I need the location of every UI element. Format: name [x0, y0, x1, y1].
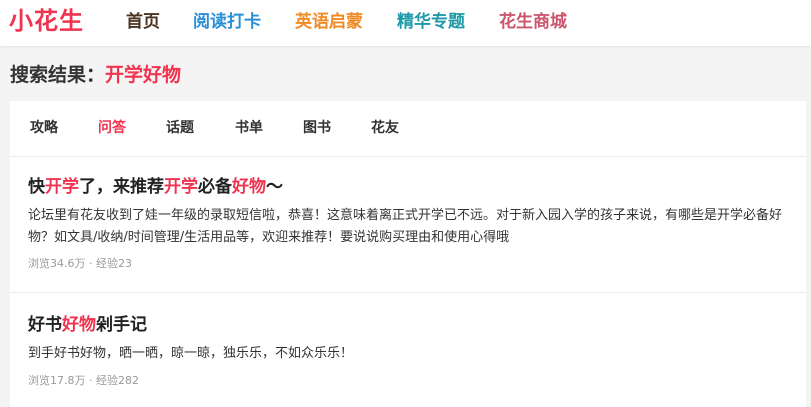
title-highlight: 开学	[164, 177, 198, 197]
nav-item-featured-topics[interactable]: 精华专题	[397, 10, 465, 34]
result-type-tabs: 攻略 问答 话题 书单 图书 花友	[10, 101, 806, 157]
tab-topics[interactable]: 话题	[166, 118, 194, 138]
title-part: 必备	[198, 177, 232, 197]
results-panel: 攻略 问答 话题 书单 图书 花友 快开学了，来推荐开学必备好物～ 论坛里有花友…	[10, 101, 806, 407]
nav-item-home[interactable]: 首页	[126, 10, 160, 34]
title-part: ～	[266, 177, 283, 197]
title-part: 好书	[28, 315, 62, 335]
result-item[interactable]: 快开学了，来推荐开学必备好物～ 论坛里有花友收到了娃一年级的录取短信啦，恭喜！这…	[10, 157, 806, 292]
site-logo[interactable]: 小花生	[9, 5, 84, 37]
top-navigation-bar: 小花生 首页 阅读打卡 英语启蒙 精华专题 花生商城	[0, 0, 811, 46]
search-results-label: 搜索结果：	[10, 64, 106, 86]
tab-books[interactable]: 图书	[303, 118, 331, 138]
title-part: 了，来推荐	[79, 177, 164, 197]
result-item[interactable]: 好书好物剁手记 到手好书好物，晒一晒，晾一晾，独乐乐，不如众乐乐！ 浏览17.8…	[10, 293, 806, 407]
title-highlight: 好物	[232, 177, 266, 197]
title-part: 快	[28, 177, 45, 197]
tab-users[interactable]: 花友	[371, 118, 399, 138]
nav-item-reading-checkin[interactable]: 阅读打卡	[193, 10, 261, 34]
result-title[interactable]: 好书好物剁手记	[28, 313, 147, 337]
title-part: 剁手记	[96, 315, 147, 335]
result-description: 到手好书好物，晒一晒，晾一晾，独乐乐，不如众乐乐！	[28, 346, 354, 361]
tab-qa[interactable]: 问答	[98, 118, 126, 138]
tab-guides[interactable]: 攻略	[30, 118, 58, 138]
search-keyword: 开学好物	[105, 64, 182, 86]
tab-booklists[interactable]: 书单	[235, 118, 263, 138]
result-description: 论坛里有花友收到了娃一年级的录取短信啦，恭喜！这意味着离正式开学已不远。对于新入…	[28, 208, 783, 245]
title-highlight: 开学	[45, 177, 79, 197]
result-meta: 浏览34.6万 · 经验23	[28, 257, 132, 270]
result-meta: 浏览17.8万 · 经验282	[28, 374, 139, 387]
result-title[interactable]: 快开学了，来推荐开学必备好物～	[28, 175, 283, 199]
search-results-heading: 搜索结果：开学好物	[10, 62, 181, 88]
nav-item-english-enlightenment[interactable]: 英语启蒙	[295, 10, 363, 34]
title-highlight: 好物	[62, 315, 96, 335]
nav-item-mall[interactable]: 花生商城	[499, 10, 567, 34]
